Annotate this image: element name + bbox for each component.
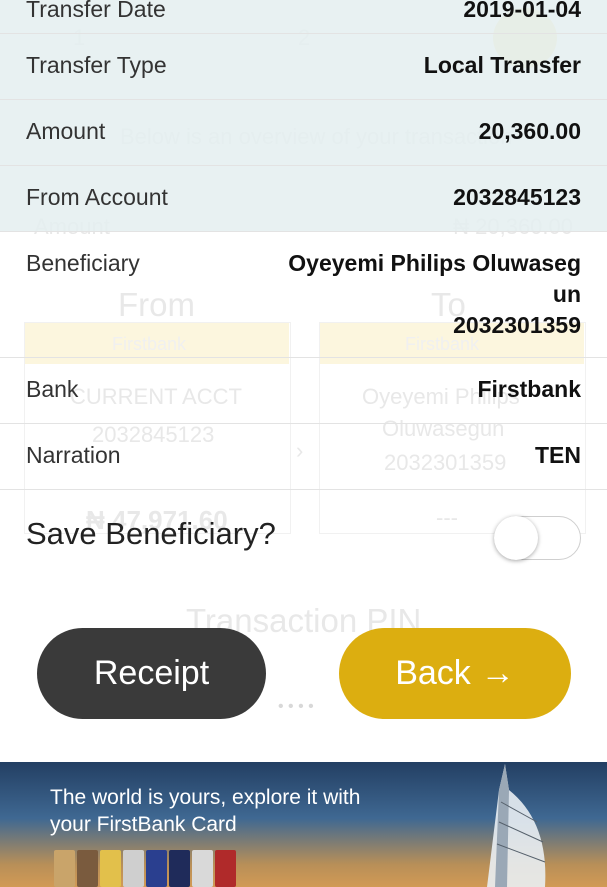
transfer-type-label: Transfer Type xyxy=(26,52,167,78)
bank-cards-illustration xyxy=(54,850,238,887)
narration-value: TEN xyxy=(535,442,581,468)
amount-label: Amount xyxy=(26,118,106,144)
narration-label: Narration xyxy=(26,442,121,468)
save-beneficiary-label: Save Beneficiary? xyxy=(26,516,276,551)
banner-line2: your FirstBank Card xyxy=(50,813,237,836)
arrow-right-icon: → xyxy=(480,654,515,692)
receipt-button-label: Receipt xyxy=(93,654,210,692)
amount-value: 20,360.00 xyxy=(478,118,581,144)
transfer-type-value: Local Transfer xyxy=(423,52,581,78)
beneficiary-name-line1: Oyeyemi Philips Oluwaseg xyxy=(288,250,581,276)
detail-row-from-account: From Account 2032845123 xyxy=(0,166,607,232)
detail-row-bank: Bank Firstbank xyxy=(0,358,607,424)
banner-line1: The world is yours, explore it with xyxy=(50,786,361,809)
beneficiary-name-line2: un xyxy=(552,281,581,307)
promo-banner[interactable]: The world is yours, explore it with your… xyxy=(0,762,607,887)
back-button[interactable]: Back → xyxy=(339,628,571,719)
from-account-label: From Account xyxy=(26,184,168,210)
transfer-date-value: 2019-01-04 xyxy=(463,0,581,22)
bank-value: Firstbank xyxy=(477,376,581,402)
detail-row-transfer-date: Transfer Date 2019-01-04 xyxy=(0,0,607,34)
detail-row-beneficiary: Beneficiary Oyeyemi Philips Oluwaseg un … xyxy=(0,232,607,358)
detail-row-amount: Amount 20,360.00 xyxy=(0,100,607,166)
receipt-button[interactable]: Receipt xyxy=(37,628,266,719)
beneficiary-account: 2032301359 xyxy=(453,312,581,338)
beneficiary-label: Beneficiary xyxy=(26,250,140,276)
detail-row-narration: Narration TEN xyxy=(0,424,607,490)
transfer-date-label: Transfer Date xyxy=(26,0,166,22)
back-button-label: Back xyxy=(395,654,471,692)
banner-tagline: The world is yours, explore it with your… xyxy=(50,784,410,838)
pin-mask: • • • • xyxy=(278,698,314,715)
from-account-value: 2032845123 xyxy=(453,184,581,210)
save-beneficiary-toggle[interactable] xyxy=(494,516,581,560)
detail-row-transfer-type: Transfer Type Local Transfer xyxy=(0,34,607,100)
burj-al-arab-illustration xyxy=(487,764,546,887)
bank-label: Bank xyxy=(26,376,79,402)
toggle-knob[interactable] xyxy=(494,516,538,560)
to-balance: --- xyxy=(436,505,458,530)
